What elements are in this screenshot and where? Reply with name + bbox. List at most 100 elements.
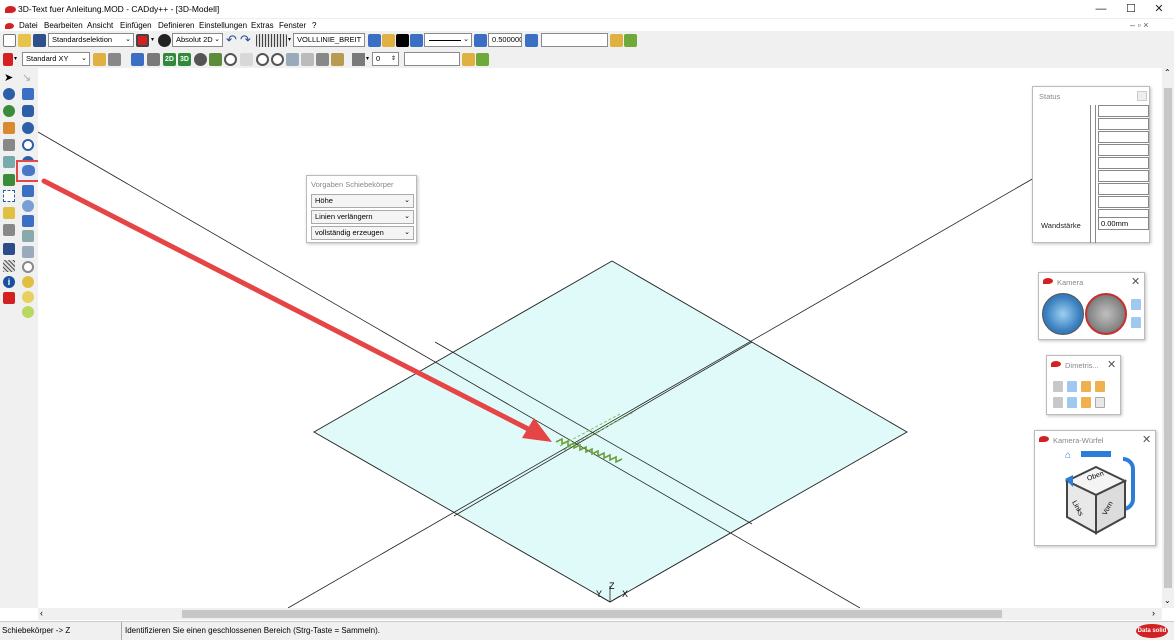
status-cell[interactable] — [1098, 157, 1149, 169]
line-width-field[interactable]: 0.500000 — [488, 33, 522, 47]
pan-hand-icon[interactable] — [240, 53, 253, 66]
save-icon[interactable] — [33, 34, 46, 47]
undo-icon[interactable]: ↶ — [226, 32, 237, 48]
line-type-field[interactable]: VOLLLINIE_BREIT — [293, 33, 365, 47]
dimetric-view-4-icon[interactable] — [1095, 381, 1105, 392]
dimetric-view-6-icon[interactable] — [1067, 397, 1077, 408]
camera-view-cube2-icon[interactable] — [1131, 317, 1141, 328]
pen-color-swatch[interactable] — [396, 34, 409, 47]
status-splitter[interactable] — [1092, 105, 1096, 243]
boolean-cut-icon[interactable] — [22, 306, 34, 318]
line-width-icon[interactable] — [474, 34, 487, 47]
revolve-icon[interactable] — [3, 105, 15, 117]
menu-bearbeiten[interactable]: Bearbeiten — [44, 21, 83, 30]
status-panel-pin-icon[interactable] — [1137, 91, 1147, 101]
line-style-layer-icon[interactable] — [410, 34, 423, 47]
redo-icon[interactable]: ↷ — [240, 32, 251, 48]
drawing-canvas[interactable]: Y Z X Vorgaben Schiebekörper Höhe ⌄ Linie… — [38, 68, 1162, 608]
mdi-child-controls[interactable]: – ▫ × — [1130, 20, 1148, 30]
status-cell[interactable] — [1098, 105, 1149, 117]
dimension-icon[interactable] — [3, 190, 15, 202]
text-layer-icon[interactable] — [525, 34, 538, 47]
view-plane-dropdown-icon[interactable]: ▾ — [14, 55, 17, 62]
menu-extras[interactable]: Extras — [251, 21, 274, 30]
dimetric-view-1-icon[interactable] — [1053, 381, 1063, 392]
lightbulb2-icon[interactable] — [462, 53, 475, 66]
selection-filter-icon[interactable] — [136, 34, 149, 47]
light-icon[interactable] — [93, 53, 106, 66]
sweep-icon[interactable] — [22, 185, 34, 197]
camera-roll-dial[interactable] — [1085, 293, 1127, 335]
status-cell[interactable] — [1098, 144, 1149, 156]
status-cell[interactable] — [1098, 170, 1149, 182]
fillet-icon[interactable] — [22, 230, 34, 242]
vertical-scrollbar[interactable]: ⌃ ⌄ — [1162, 68, 1174, 608]
maximize-button[interactable]: ☐ — [1116, 0, 1146, 19]
menu-help[interactable]: ? — [312, 21, 316, 30]
dimetric-panel-close-icon[interactable]: ✕ — [1107, 358, 1116, 371]
snap-icon[interactable] — [108, 53, 121, 66]
menu-ansicht[interactable]: Ansicht — [87, 21, 113, 30]
horizontal-scroll-thumb[interactable] — [182, 610, 1002, 618]
layer-spin-field[interactable]: 0 ⇕ — [372, 52, 399, 66]
trim-icon[interactable] — [3, 139, 15, 151]
torus-icon[interactable] — [22, 139, 34, 151]
scroll-down-icon[interactable]: ⌄ — [1164, 596, 1171, 605]
zoom-in-icon[interactable] — [256, 53, 269, 66]
toolbar2-text-field[interactable] — [404, 52, 460, 66]
cylinder-icon[interactable] — [22, 105, 34, 117]
dimetric-view-3-icon[interactable] — [1081, 381, 1091, 392]
zoom-window-icon[interactable] — [301, 53, 314, 66]
camera-orbit-dial[interactable] — [1042, 293, 1084, 335]
horizontal-scrollbar[interactable]: ‹ › — [38, 608, 1162, 620]
menu-einstellungen[interactable]: Einstellungen — [199, 21, 247, 30]
menu-einfuegen[interactable]: Einfügen — [120, 21, 152, 30]
camera-cube-close-icon[interactable]: ✕ — [1142, 433, 1151, 446]
lightbulb-icon[interactable] — [610, 34, 623, 47]
view-plane-select[interactable]: Standard XY ⌄ — [22, 52, 90, 66]
cube-rotate-arrows[interactable] — [1081, 451, 1111, 457]
pencil-icon[interactable] — [3, 122, 15, 134]
pattern-icon[interactable] — [3, 260, 15, 272]
grid-icon[interactable] — [256, 34, 287, 47]
orbit-icon[interactable] — [194, 53, 207, 66]
cone-icon[interactable] — [22, 122, 34, 134]
zoom-out-icon[interactable] — [271, 53, 284, 66]
selection-mode-select[interactable]: Standardselektion ⌄ — [48, 33, 134, 47]
cube-home-icon[interactable]: ⌂ — [1065, 450, 1071, 461]
scroll-right-icon[interactable]: › — [1152, 608, 1155, 618]
info-lightbulb2-icon[interactable] — [476, 53, 489, 66]
wandstaerke-field[interactable]: 0.00mm — [1098, 217, 1149, 230]
status-cell[interactable] — [1098, 131, 1149, 143]
hatch-icon[interactable] — [3, 207, 15, 219]
minimize-button[interactable]: — — [1086, 0, 1116, 19]
info-lightbulb-icon[interactable] — [624, 34, 637, 47]
dimetric-view-2-icon[interactable] — [1067, 381, 1077, 392]
chamfer-icon[interactable] — [22, 246, 34, 258]
boolean-union-icon[interactable] — [22, 261, 34, 273]
layer-icon[interactable] — [368, 34, 381, 47]
edit-tool-icon[interactable] — [147, 53, 160, 66]
coordinate-mode-select[interactable]: Absolut 2D ⌄ — [172, 33, 223, 47]
text-tool-icon[interactable] — [3, 243, 15, 255]
camera-panel-close-icon[interactable]: ✕ — [1131, 275, 1140, 288]
loft-icon[interactable] — [22, 200, 34, 212]
extrude-height-select[interactable]: Höhe ⌄ — [311, 194, 414, 208]
new-file-icon[interactable] — [3, 34, 16, 47]
dimetric-view-7-icon[interactable] — [1081, 397, 1091, 408]
open-folder-icon[interactable] — [18, 34, 31, 47]
view-plane-icon[interactable] — [3, 53, 13, 66]
extrude-tool-button[interactable] — [16, 160, 40, 182]
green-pen-icon[interactable] — [3, 174, 15, 186]
view-3d-button[interactable]: 3D — [178, 53, 191, 66]
coordinate-icon[interactable] — [3, 224, 15, 236]
shade-dropdown-icon[interactable]: ▾ — [366, 55, 369, 62]
tree-view-icon[interactable] — [209, 53, 222, 66]
camera-view-cube-icon[interactable] — [1131, 299, 1141, 310]
status-cell[interactable] — [1098, 118, 1149, 130]
zoom-icon[interactable] — [224, 53, 237, 66]
boolean-intersect-icon[interactable] — [22, 291, 34, 303]
dimetric-view-5-icon[interactable] — [1053, 397, 1063, 408]
measure-icon[interactable] — [316, 53, 329, 66]
menu-definieren[interactable]: Definieren — [158, 21, 194, 30]
